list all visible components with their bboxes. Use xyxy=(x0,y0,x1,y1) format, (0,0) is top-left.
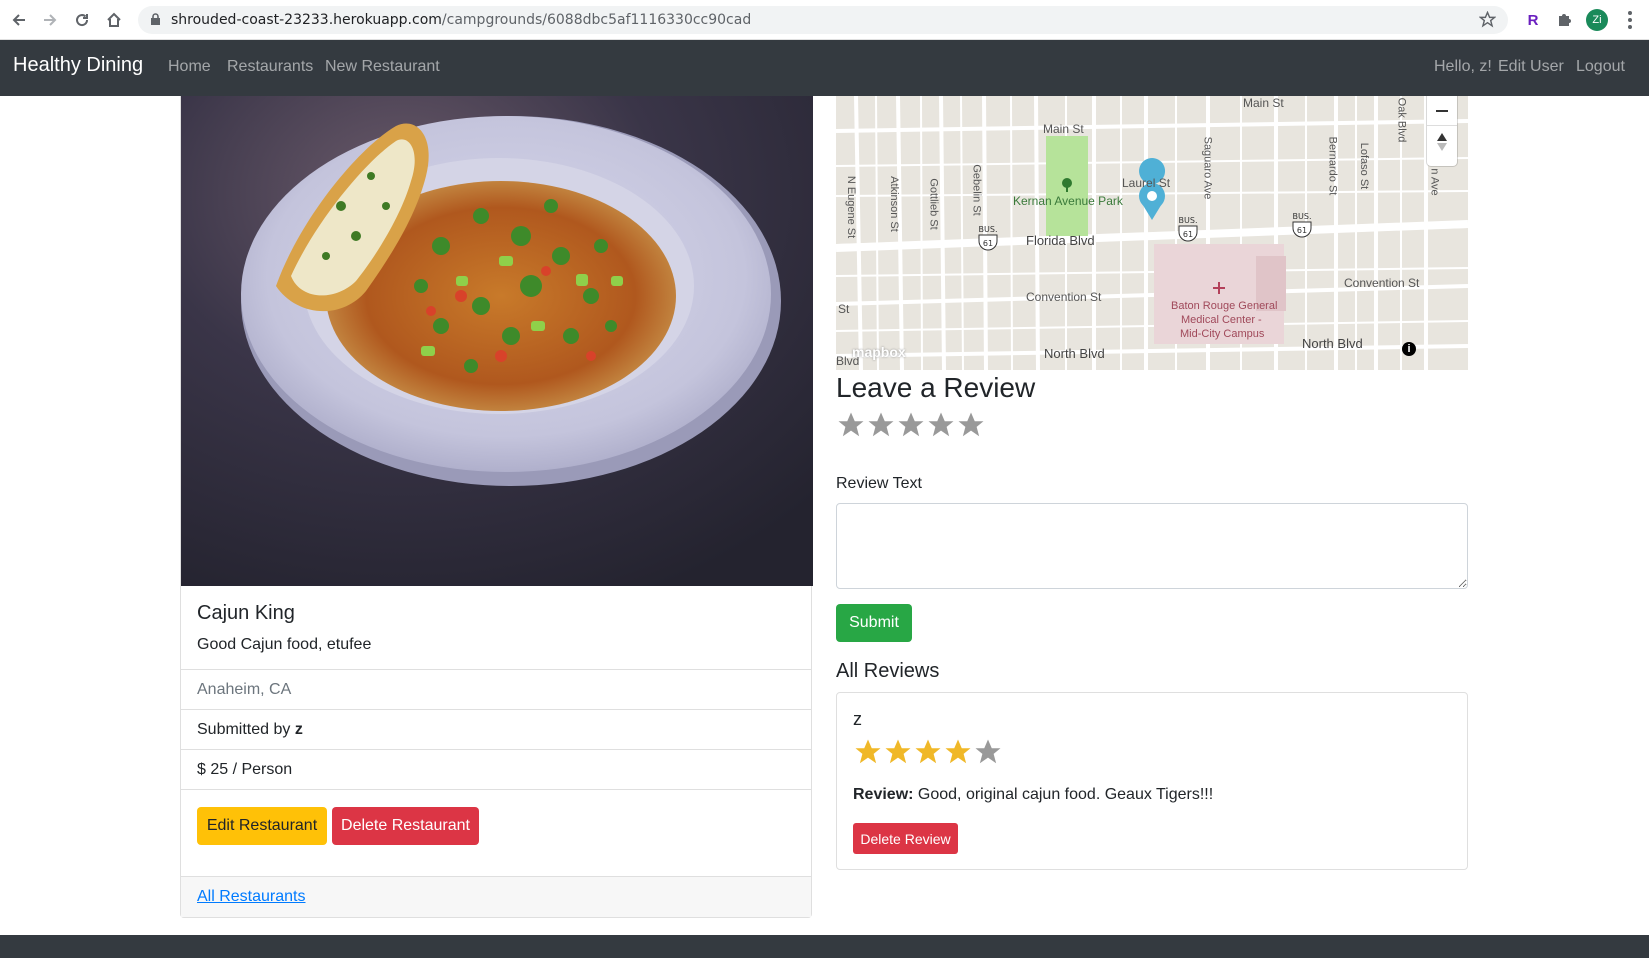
star-filled-icon xyxy=(885,739,911,764)
submitted-by-label: Submitted by xyxy=(197,721,295,738)
back-arrow-icon[interactable] xyxy=(8,9,30,31)
map-label-florida-blvd: Florida Blvd xyxy=(1026,233,1095,248)
restaurant-card: Cajun King Good Cajun food, etufee Anahe… xyxy=(180,96,813,918)
map-label-convention-left: Convention St xyxy=(1026,290,1102,304)
map-label-laurel-st: Laurel St xyxy=(1122,176,1171,190)
nav-link-new-restaurant[interactable]: New Restaurant xyxy=(325,58,440,76)
bookmark-star-icon[interactable] xyxy=(1478,10,1497,33)
location-map[interactable]: BUS. 61 BUS. 61 BUS. 61 Main St Main St … xyxy=(836,96,1468,370)
map-label-oak: Oak Blvd xyxy=(1395,97,1408,143)
navbar-brand[interactable]: Healthy Dining xyxy=(13,54,143,77)
nav-greeting: Hello, z! xyxy=(1434,58,1492,75)
svg-text:BUS.: BUS. xyxy=(1293,212,1312,221)
mapbox-logo[interactable]: mapbox xyxy=(852,344,906,360)
review-rating xyxy=(853,737,1003,767)
home-icon[interactable] xyxy=(103,9,125,31)
rating-star-4-icon[interactable] xyxy=(926,410,956,440)
page-footer xyxy=(0,935,1649,958)
all-restaurants-link[interactable]: All Restaurants xyxy=(197,888,306,905)
map-label-main-st: Main St xyxy=(1043,122,1084,136)
restaurant-price: $ 25 / Person xyxy=(181,749,811,790)
map-label-park: Kernan Avenue Park xyxy=(1013,194,1123,208)
map-zoom-controls xyxy=(1427,96,1457,166)
browser-toolbar: shrouded-coast-23233.herokuapp.com/campg… xyxy=(0,0,1649,40)
all-reviews-heading: All Reviews xyxy=(836,660,940,682)
star-filled-icon xyxy=(855,739,881,764)
nav-link-restaurants[interactable]: Restaurants xyxy=(227,58,313,76)
review-body: Review: Good, original cajun food. Geaux… xyxy=(853,786,1213,804)
restaurant-card-footer: All Restaurants xyxy=(181,876,811,917)
svg-text:BUS.: BUS. xyxy=(979,225,998,234)
map-label-hospital-2: Medical Center - xyxy=(1181,314,1262,326)
svg-text:61: 61 xyxy=(983,239,993,248)
edit-restaurant-button[interactable]: Edit Restaurant xyxy=(197,807,327,845)
map-label-n-ave: n Ave xyxy=(1428,168,1441,196)
navbar: Healthy Dining Home Restaurants New Rest… xyxy=(0,40,1649,96)
restaurant-image xyxy=(181,96,813,586)
restaurant-title: Cajun King xyxy=(197,602,295,624)
nav-link-home[interactable]: Home xyxy=(168,58,211,76)
zoom-out-icon[interactable] xyxy=(1427,96,1457,126)
delete-review-button[interactable]: Delete Review xyxy=(853,823,958,854)
star-filled-icon xyxy=(945,739,971,764)
map-label-main-st-top: Main St xyxy=(1243,96,1284,110)
browser-menu-icon[interactable] xyxy=(1620,8,1640,32)
map-label-north-blvd-left: North Blvd xyxy=(1044,346,1105,361)
map-label-gebelin: Gebelin St xyxy=(970,164,983,216)
review-text: Good, original cajun food. Geaux Tigers!… xyxy=(913,786,1214,803)
rating-star-1-icon[interactable] xyxy=(836,410,866,440)
rating-star-2-icon[interactable] xyxy=(866,410,896,440)
url-text: shrouded-coast-23233.herokuapp.com/campg… xyxy=(171,12,752,28)
forward-arrow-icon[interactable] xyxy=(39,9,61,31)
rating-star-5-icon[interactable] xyxy=(956,410,986,440)
extensions-puzzle-icon[interactable] xyxy=(1553,9,1575,31)
submitted-by-user: z xyxy=(294,721,303,738)
review-author: z xyxy=(853,709,862,729)
map-label-atkinson: Atkinson St xyxy=(887,176,900,232)
delete-restaurant-button[interactable]: Delete Restaurant xyxy=(332,807,479,845)
map-label-gottlieb: Gottlieb St xyxy=(927,178,940,230)
profile-avatar[interactable]: Zi xyxy=(1586,9,1608,31)
nav-link-edit-user[interactable]: Edit User xyxy=(1498,58,1564,76)
star-filled-icon xyxy=(915,739,941,764)
lock-icon xyxy=(150,13,161,31)
extension-r-icon[interactable]: R xyxy=(1522,9,1544,31)
map-label-north-blvd-right: North Blvd xyxy=(1302,336,1363,351)
review-label: Review: xyxy=(853,786,914,803)
review-text-label: Review Text xyxy=(836,475,922,492)
rating-star-3-icon[interactable] xyxy=(896,410,926,440)
map-label-bernardo: Bernardo St xyxy=(1326,136,1339,196)
map-label-saguaro: Saguaro Ave xyxy=(1201,136,1214,200)
address-bar[interactable]: shrouded-coast-23233.herokuapp.com/campg… xyxy=(138,6,1508,34)
map-label-n-eugene: N Eugene St xyxy=(845,175,858,239)
map-label-hospital-1: Baton Rouge General xyxy=(1171,300,1278,312)
star-empty-icon xyxy=(975,739,1001,764)
map-label-st-left: St xyxy=(838,302,850,316)
submit-review-button[interactable]: Submit xyxy=(836,604,912,642)
reload-icon[interactable] xyxy=(71,9,93,31)
restaurant-submitted-by: Submitted by z xyxy=(181,709,811,750)
map-info-icon[interactable]: i xyxy=(1402,342,1416,356)
map-label-lofaso: Lofaso St xyxy=(1358,142,1371,190)
review-card: z Review: Good, original cajun food. Gea… xyxy=(836,692,1468,870)
svg-text:BUS.: BUS. xyxy=(1179,216,1198,225)
restaurant-location: Anaheim, CA xyxy=(181,669,811,710)
svg-text:61: 61 xyxy=(1183,230,1193,239)
map-label-convention-right: Convention St xyxy=(1344,276,1420,290)
nav-link-logout[interactable]: Logout xyxy=(1576,58,1625,76)
compass-icon[interactable] xyxy=(1427,127,1457,157)
rating-input[interactable] xyxy=(836,410,986,440)
svg-text:61: 61 xyxy=(1297,226,1307,235)
restaurant-description: Good Cajun food, etufee xyxy=(197,636,372,653)
review-text-input[interactable] xyxy=(836,503,1468,589)
map-label-hospital-3: Mid-City Campus xyxy=(1180,328,1265,340)
leave-review-heading: Leave a Review xyxy=(836,372,1036,403)
